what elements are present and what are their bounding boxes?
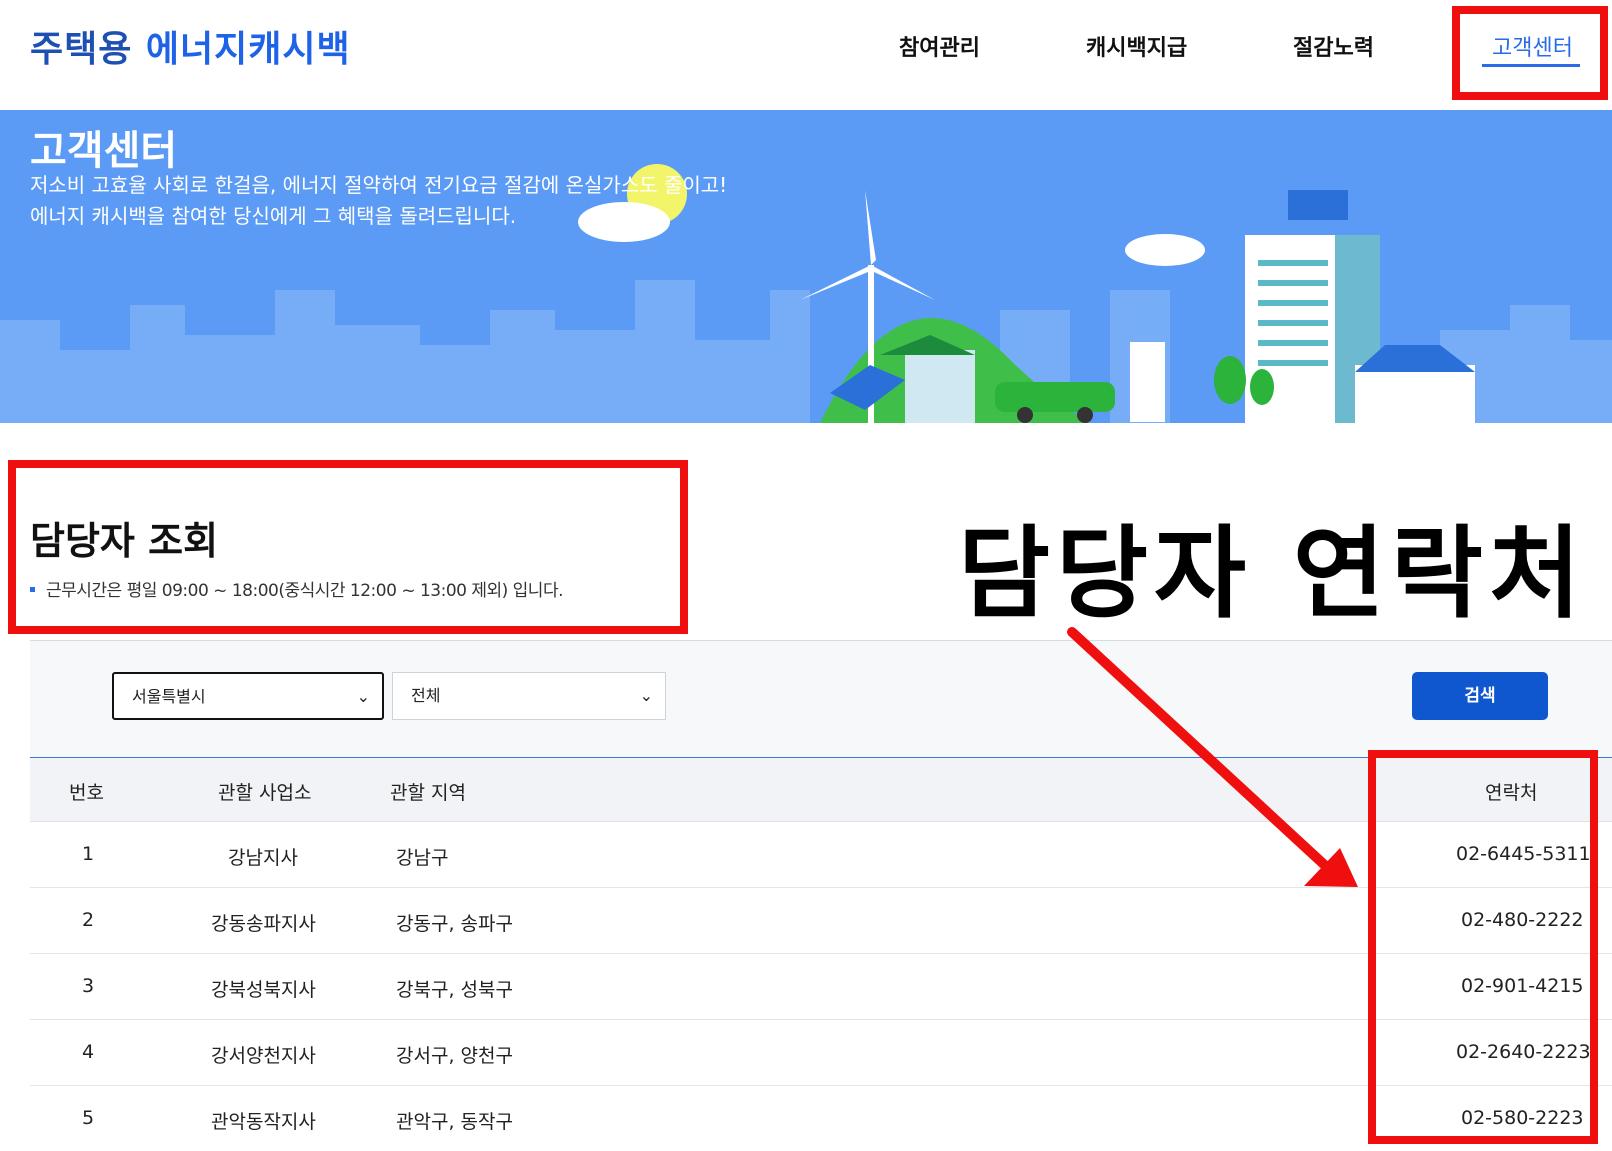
annotation-arrow-icon xyxy=(1067,627,1358,887)
